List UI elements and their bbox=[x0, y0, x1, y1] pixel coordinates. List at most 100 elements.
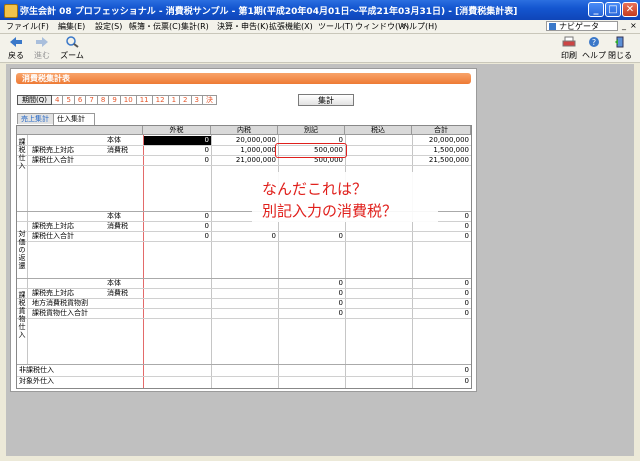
tab-purchase-summary[interactable]: 仕入集計 bbox=[53, 113, 95, 125]
cell-value[interactable]: 20,000,000 bbox=[412, 136, 471, 145]
cell-value[interactable]: 0 bbox=[143, 232, 211, 241]
cell-value[interactable]: 0 bbox=[412, 289, 471, 298]
grid-rule bbox=[17, 288, 471, 289]
grid-rule bbox=[17, 318, 471, 319]
cell-value[interactable]: 21,000,000 bbox=[211, 156, 278, 165]
annotation-line-2: 別記入力の消費税？ bbox=[262, 202, 398, 220]
cell-value[interactable]: 0 bbox=[412, 309, 471, 318]
row-label: 対象外仕入 bbox=[19, 377, 54, 385]
close-button[interactable]: ✕ bbox=[622, 2, 638, 17]
cell-value[interactable]: 0 bbox=[412, 279, 471, 288]
print-label: 印刷 bbox=[561, 51, 577, 60]
row-label: 課税仕入合計 bbox=[32, 232, 74, 240]
menu-edit[interactable]: 編集(E) bbox=[58, 21, 85, 32]
cell-value[interactable]: 0 bbox=[412, 299, 471, 308]
cell-value[interactable]: 0 bbox=[211, 232, 278, 241]
row-label: 課税貨物仕入合計 bbox=[32, 309, 88, 317]
menu-file[interactable]: ファイル(F) bbox=[6, 21, 49, 32]
annotation-line-1: なんだこれは？ bbox=[262, 180, 368, 198]
forward-label: 進む bbox=[34, 51, 50, 60]
app-icon bbox=[4, 4, 18, 18]
row-label: 課税売上対応 bbox=[32, 222, 74, 230]
row-sublabel: 消費税 bbox=[107, 146, 128, 154]
menu-closing[interactable]: 決算・申告(K) bbox=[217, 21, 269, 32]
forward-button[interactable]: 進む bbox=[28, 36, 56, 61]
window-title: 弥生会計 08 プロフェッショナル - 消費税サンプル - 第1期(平成20年0… bbox=[20, 7, 518, 17]
menu-tools[interactable]: ツール(T) bbox=[318, 21, 353, 32]
cell-value[interactable]: 0 bbox=[412, 366, 471, 375]
back-button[interactable]: 戻る bbox=[2, 36, 30, 61]
cell-value[interactable]: 0 bbox=[278, 289, 345, 298]
maximize-button[interactable]: □ bbox=[605, 2, 621, 17]
menu-help[interactable]: ヘルプ(H) bbox=[401, 21, 437, 32]
zoom-label: ズーム bbox=[60, 51, 84, 60]
toolbar: 戻る 進む ズーム 印刷 ? ヘルプ 閉じる bbox=[0, 34, 640, 63]
period-month-3[interactable]: 3 bbox=[191, 95, 203, 105]
navigator-icon bbox=[549, 23, 556, 30]
cell-value[interactable]: 1,000,000 bbox=[211, 146, 278, 155]
cell-value[interactable]: 0 bbox=[143, 146, 211, 155]
period-month-1[interactable]: 1 bbox=[168, 95, 181, 105]
section-label-kamotsu: 課税貨物仕入 bbox=[18, 291, 26, 339]
zoom-button[interactable]: ズーム bbox=[58, 36, 86, 61]
cell-value[interactable]: 21,500,000 bbox=[412, 156, 471, 165]
navigator-label: ナビゲータ bbox=[559, 22, 599, 31]
close-window-button[interactable]: 閉じる bbox=[606, 36, 634, 61]
help-icon: ? bbox=[589, 37, 599, 47]
row-sublabel: 消費税 bbox=[107, 289, 128, 297]
grid-header-blank bbox=[17, 126, 143, 135]
cell-value[interactable]: 0 bbox=[412, 232, 471, 241]
row-sublabel: 消費税 bbox=[107, 222, 128, 230]
grid-rule bbox=[17, 364, 471, 365]
header-betsuki: 別記 bbox=[278, 126, 345, 135]
close-window-label: 閉じる bbox=[608, 51, 632, 60]
period-month-10[interactable]: 10 bbox=[120, 95, 137, 105]
row-label: 課税仕入合計 bbox=[32, 156, 74, 164]
grid-divider bbox=[27, 135, 28, 364]
menu-summary[interactable]: 集計(R) bbox=[181, 21, 209, 32]
period-month-2[interactable]: 2 bbox=[180, 95, 192, 105]
calculate-button[interactable]: 集計 bbox=[298, 94, 354, 106]
cell-value[interactable]: 0 bbox=[143, 212, 211, 221]
cell-value[interactable]: 1,500,000 bbox=[412, 146, 471, 155]
mdi-minimize-button[interactable]: _ bbox=[622, 21, 626, 30]
cell-value[interactable]: 0 bbox=[412, 377, 471, 386]
menu-settings[interactable]: 設定(S) bbox=[95, 21, 122, 32]
row-label: 課税売上対応 bbox=[32, 146, 74, 154]
row-sublabel: 本体 bbox=[107, 279, 121, 287]
minimize-button[interactable]: _ bbox=[588, 2, 604, 17]
row-label: 非課税仕入 bbox=[19, 366, 54, 374]
cell-value[interactable]: 0 bbox=[278, 309, 345, 318]
cell-value[interactable]: 0 bbox=[143, 222, 211, 231]
cell-value[interactable]: 0 bbox=[143, 156, 211, 165]
help-button[interactable]: ? ヘルプ bbox=[580, 36, 608, 61]
menu-books[interactable]: 帳簿・伝票(C) bbox=[129, 21, 181, 32]
row-label: 課税売上対応 bbox=[32, 289, 74, 297]
cell-value[interactable]: 0 bbox=[278, 232, 345, 241]
period-month-7[interactable]: 7 bbox=[86, 95, 98, 105]
mdi-close-button[interactable]: × bbox=[630, 21, 637, 30]
cell-selected[interactable]: 0 bbox=[144, 136, 211, 145]
back-arrow-icon bbox=[10, 37, 22, 47]
period-main-button[interactable]: 期間(Q) bbox=[17, 95, 52, 105]
header-uchizei: 内税 bbox=[211, 126, 278, 135]
grid-rule bbox=[17, 241, 471, 242]
cell-value[interactable]: 0 bbox=[278, 299, 345, 308]
period-month-11[interactable]: 11 bbox=[136, 95, 153, 105]
period-month-6[interactable]: 6 bbox=[74, 95, 87, 105]
cell-value[interactable]: 0 bbox=[412, 222, 471, 231]
print-button[interactable]: 印刷 bbox=[555, 36, 583, 61]
menu-extensions[interactable]: 拡張機能(X) bbox=[269, 21, 313, 32]
period-month-9[interactable]: 9 bbox=[109, 95, 121, 105]
summary-grid: 外税 内税 別記 税込 合計 課税仕入 課税売上対応 本体 消費税 課税仕入合計 bbox=[16, 125, 472, 389]
cell-value[interactable]: 0 bbox=[278, 279, 345, 288]
highlight-box bbox=[275, 143, 347, 158]
period-month-5[interactable]: 5 bbox=[63, 95, 75, 105]
period-closing[interactable]: 決 bbox=[202, 95, 217, 105]
period-month-8[interactable]: 8 bbox=[97, 95, 110, 105]
navigator-box[interactable]: ナビゲータ bbox=[546, 21, 618, 31]
period-month-12[interactable]: 12 bbox=[152, 95, 169, 105]
cell-value[interactable]: 20,000,000 bbox=[211, 136, 278, 145]
period-month-4[interactable]: 4 bbox=[51, 95, 64, 105]
row-sublabel: 本体 bbox=[107, 136, 121, 144]
